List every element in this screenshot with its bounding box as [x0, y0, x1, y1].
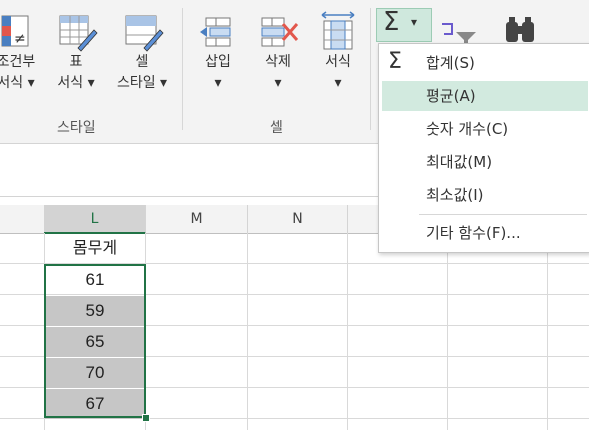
cell-L4[interactable]: 65 — [45, 327, 145, 357]
insert-caret: ▾ — [214, 75, 222, 91]
column-header-L[interactable]: L — [44, 205, 146, 234]
conditional-formatting-label2: 서식 ▾ — [0, 75, 35, 91]
cell-L6[interactable]: 67 — [45, 389, 145, 419]
delete-button[interactable]: 삭제 ▾ — [254, 10, 302, 94]
find-select-button[interactable] — [500, 10, 544, 44]
format-as-table-label1: 표 — [69, 54, 83, 70]
cell-L5[interactable]: 70 — [45, 358, 145, 388]
menu-item-more-functions[interactable]: 기타 함수(F)... — [382, 218, 588, 248]
group-divider — [370, 8, 371, 130]
format-label: 서식 — [325, 54, 351, 70]
column-header-N[interactable]: N — [248, 205, 348, 234]
menu-item-label: 평균(A) — [426, 87, 476, 105]
sigma-icon: Σ — [388, 49, 402, 74]
cells-group-label: 셀 — [270, 120, 283, 136]
conditional-format-icon: ≠ — [1, 15, 29, 47]
menu-item-average[interactable]: 평균(A) — [382, 81, 588, 111]
styles-group-label: 스타일 — [57, 120, 96, 136]
menu-item-count-numbers[interactable]: 숫자 개수(C) — [382, 114, 588, 144]
cell-styles-label1: 셀 — [135, 54, 149, 70]
menu-item-label: 최소값(I) — [426, 186, 484, 204]
format-cells-icon — [321, 11, 355, 50]
menu-item-max[interactable]: 최대값(M) — [382, 147, 588, 177]
delete-cells-icon — [261, 17, 299, 47]
autosum-icon: Σ — [383, 7, 400, 37]
autosum-dropdown-menu: Σ 합계(S) 평균(A) 숫자 개수(C) 최대값(M) 최소값(I) 기타 … — [378, 43, 589, 253]
gridline — [247, 233, 248, 430]
svg-text:≠: ≠ — [14, 31, 26, 47]
menu-item-label: 기타 함수(F)... — [426, 224, 521, 242]
cell-styles-label2: 스타일 ▾ — [116, 75, 168, 91]
menu-separator — [419, 214, 587, 215]
row-header-corner — [0, 205, 45, 234]
sort-filter-button[interactable] — [438, 10, 490, 44]
conditional-formatting-label1: 조건부 — [0, 54, 36, 70]
gridline — [547, 233, 548, 430]
conditional-formatting-button[interactable]: ≠ 조건부 서식 ▾ — [0, 10, 46, 94]
binoculars-icon — [506, 17, 534, 42]
chevron-down-icon: ▾ — [411, 15, 418, 29]
menu-item-label: 숫자 개수(C) — [426, 120, 509, 138]
delete-label: 삭제 — [265, 54, 291, 70]
insert-label: 삽입 — [205, 54, 231, 70]
menu-item-label: 최대값(M) — [426, 153, 493, 171]
menu-item-min[interactable]: 최소값(I) — [382, 180, 588, 210]
autosum-button[interactable]: Σ ▾ — [376, 7, 432, 42]
gridline — [447, 233, 448, 430]
format-button[interactable]: 서식 ▾ — [314, 10, 362, 94]
table-format-icon — [59, 15, 98, 52]
cell-styles-button[interactable]: 셀 스타일 ▾ — [110, 10, 174, 94]
cell-L3[interactable]: 59 — [45, 296, 145, 326]
cell-L1-header[interactable]: 몸무게 — [45, 233, 145, 263]
format-as-table-button[interactable]: 표 서식 ▾ — [47, 10, 105, 94]
format-as-table-label2: 서식 ▾ — [57, 75, 95, 91]
delete-caret: ▾ — [274, 75, 282, 91]
menu-item-sum[interactable]: Σ 합계(S) — [382, 48, 588, 78]
cell-L2[interactable]: 61 — [45, 265, 145, 295]
group-divider — [182, 8, 183, 130]
gridline — [145, 233, 146, 430]
insert-button[interactable]: 삽입 ▾ — [194, 10, 242, 94]
insert-cells-icon — [200, 17, 231, 47]
menu-item-label: 합계(S) — [426, 54, 475, 72]
format-caret: ▾ — [334, 75, 342, 91]
cell-styles-icon — [125, 15, 164, 52]
gridline — [347, 233, 348, 430]
fill-handle[interactable] — [142, 414, 150, 422]
sort-filter-icon — [442, 23, 476, 44]
column-header-M[interactable]: M — [146, 205, 248, 234]
